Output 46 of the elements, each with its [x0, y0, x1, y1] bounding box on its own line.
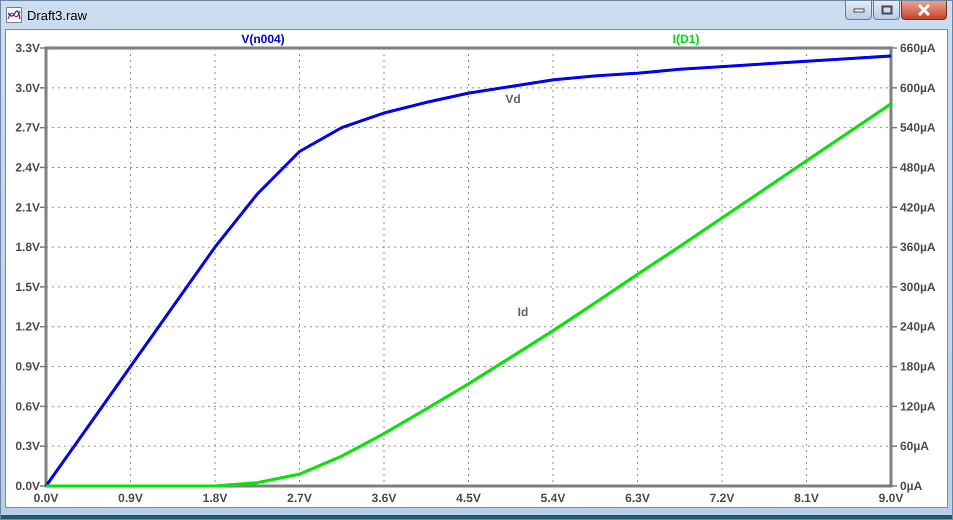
close-button[interactable] — [901, 1, 947, 20]
y-axis-label: 480µA — [900, 160, 936, 174]
y-axis-label: 300µA — [900, 280, 936, 294]
minimize-button[interactable] — [845, 1, 872, 20]
waveform-icon — [6, 7, 22, 23]
x-axis-label: 0.0V — [34, 491, 58, 505]
y-axis-label: 0.0V — [15, 479, 40, 493]
y-axis-label: 120µA — [900, 399, 936, 414]
close-icon — [917, 4, 931, 16]
maximize-button[interactable] — [873, 1, 900, 20]
trace-label[interactable]: V(n004) — [241, 32, 285, 46]
x-axis-label: 0.9V — [118, 491, 143, 505]
y-axis-label: 540µA — [900, 120, 936, 135]
y-axis-label: 1.2V — [15, 320, 40, 334]
y-axis-label: 0.9V — [15, 360, 40, 374]
y-axis-label: 3.0V — [15, 80, 40, 95]
window-title: Draft3.raw — [27, 8, 87, 22]
y-axis-label: 420µA — [900, 200, 936, 214]
y-axis-label: 360µA — [900, 240, 936, 254]
x-axis-label: 2.7V — [287, 491, 312, 505]
y-axis-label: 180µA — [900, 360, 936, 374]
y-axis-label: 2.4V — [15, 160, 40, 174]
trace-annotation: Vd — [505, 92, 521, 106]
y-axis-label: 1.8V — [15, 240, 40, 254]
y-axis-label: 660µA — [900, 41, 936, 55]
x-axis-label: 9.0V — [878, 491, 904, 505]
y-axis-label: 600µA — [900, 80, 936, 95]
y-axis-label: 0.3V — [15, 439, 40, 454]
x-axis-label: 4.5V — [456, 491, 481, 505]
trace-annotation: Id — [518, 305, 528, 319]
y-axis-label: 2.7V — [15, 120, 40, 135]
x-axis-label: 8.1V — [794, 491, 819, 505]
x-axis-label: 6.3V — [625, 491, 650, 505]
x-axis-label: 3.6V — [372, 491, 396, 505]
y-axis-label: 3.3V — [15, 41, 40, 55]
y-axis-label: 2.1V — [15, 200, 40, 214]
y-axis-label: 1.5V — [15, 280, 40, 294]
y-axis-label: 240µA — [900, 320, 936, 334]
minimize-icon — [852, 7, 864, 13]
x-axis-label: 1.8V — [202, 491, 228, 505]
y-axis-label: 0.6V — [15, 399, 40, 414]
maximize-icon — [880, 5, 892, 15]
y-axis-label: 0µA — [900, 479, 922, 493]
x-axis-label: 7.2V — [710, 491, 734, 505]
y-axis-label: 60µA — [900, 439, 929, 454]
x-axis-label: 5.4V — [540, 491, 566, 505]
